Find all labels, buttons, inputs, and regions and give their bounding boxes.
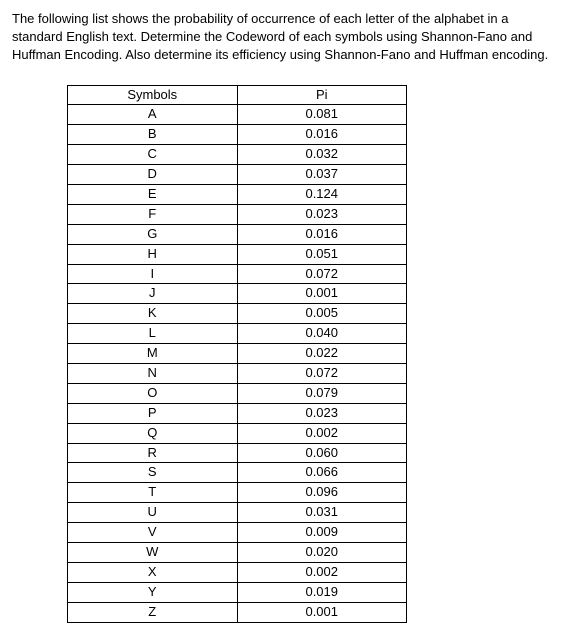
cell-symbol: V bbox=[68, 523, 238, 543]
probability-table: Symbols Pi A0.081B0.016C0.032D0.037E0.12… bbox=[67, 85, 407, 623]
cell-symbol: A bbox=[68, 105, 238, 125]
table-row: J0.001 bbox=[68, 284, 407, 304]
table-header-row: Symbols Pi bbox=[68, 85, 407, 105]
table-row: Y0.019 bbox=[68, 582, 407, 602]
table-row: M0.022 bbox=[68, 344, 407, 364]
cell-pi: 0.002 bbox=[237, 423, 407, 443]
table-row: P0.023 bbox=[68, 403, 407, 423]
cell-pi: 0.040 bbox=[237, 324, 407, 344]
cell-symbol: B bbox=[68, 125, 238, 145]
cell-pi: 0.124 bbox=[237, 185, 407, 205]
cell-symbol: T bbox=[68, 483, 238, 503]
cell-pi: 0.023 bbox=[237, 403, 407, 423]
cell-pi: 0.066 bbox=[237, 463, 407, 483]
cell-pi: 0.001 bbox=[237, 284, 407, 304]
table-row: V0.009 bbox=[68, 523, 407, 543]
cell-symbol: E bbox=[68, 185, 238, 205]
cell-symbol: R bbox=[68, 443, 238, 463]
cell-symbol: W bbox=[68, 543, 238, 563]
table-row: B0.016 bbox=[68, 125, 407, 145]
table-row: E0.124 bbox=[68, 185, 407, 205]
table-row: W0.020 bbox=[68, 543, 407, 563]
cell-symbol: L bbox=[68, 324, 238, 344]
table-row: S0.066 bbox=[68, 463, 407, 483]
cell-pi: 0.001 bbox=[237, 602, 407, 622]
table-row: Q0.002 bbox=[68, 423, 407, 443]
cell-symbol: S bbox=[68, 463, 238, 483]
cell-symbol: X bbox=[68, 562, 238, 582]
cell-symbol: C bbox=[68, 145, 238, 165]
cell-pi: 0.022 bbox=[237, 344, 407, 364]
table-row: O0.079 bbox=[68, 383, 407, 403]
cell-symbol: P bbox=[68, 403, 238, 423]
table-row: L0.040 bbox=[68, 324, 407, 344]
cell-symbol: J bbox=[68, 284, 238, 304]
cell-symbol: I bbox=[68, 264, 238, 284]
header-pi: Pi bbox=[237, 85, 407, 105]
cell-pi: 0.019 bbox=[237, 582, 407, 602]
cell-pi: 0.072 bbox=[237, 264, 407, 284]
cell-pi: 0.020 bbox=[237, 543, 407, 563]
table-row: H0.051 bbox=[68, 244, 407, 264]
cell-pi: 0.016 bbox=[237, 224, 407, 244]
table-row: Z0.001 bbox=[68, 602, 407, 622]
table-row: U0.031 bbox=[68, 503, 407, 523]
cell-pi: 0.009 bbox=[237, 523, 407, 543]
table-row: K0.005 bbox=[68, 304, 407, 324]
cell-pi: 0.060 bbox=[237, 443, 407, 463]
cell-pi: 0.032 bbox=[237, 145, 407, 165]
cell-pi: 0.031 bbox=[237, 503, 407, 523]
cell-pi: 0.002 bbox=[237, 562, 407, 582]
cell-symbol: N bbox=[68, 364, 238, 384]
cell-symbol: U bbox=[68, 503, 238, 523]
cell-symbol: O bbox=[68, 383, 238, 403]
table-row: R0.060 bbox=[68, 443, 407, 463]
table-row: F0.023 bbox=[68, 204, 407, 224]
table-row: N0.072 bbox=[68, 364, 407, 384]
problem-statement: The following list shows the probability… bbox=[12, 10, 560, 65]
cell-symbol: H bbox=[68, 244, 238, 264]
cell-pi: 0.096 bbox=[237, 483, 407, 503]
cell-pi: 0.016 bbox=[237, 125, 407, 145]
cell-pi: 0.079 bbox=[237, 383, 407, 403]
table-row: T0.096 bbox=[68, 483, 407, 503]
cell-symbol: Y bbox=[68, 582, 238, 602]
header-symbols: Symbols bbox=[68, 85, 238, 105]
table-row: C0.032 bbox=[68, 145, 407, 165]
cell-pi: 0.023 bbox=[237, 204, 407, 224]
cell-pi: 0.037 bbox=[237, 165, 407, 185]
cell-pi: 0.081 bbox=[237, 105, 407, 125]
table-row: G0.016 bbox=[68, 224, 407, 244]
table-row: A0.081 bbox=[68, 105, 407, 125]
cell-pi: 0.072 bbox=[237, 364, 407, 384]
cell-symbol: G bbox=[68, 224, 238, 244]
cell-symbol: Z bbox=[68, 602, 238, 622]
cell-symbol: M bbox=[68, 344, 238, 364]
table-row: X0.002 bbox=[68, 562, 407, 582]
table-container: Symbols Pi A0.081B0.016C0.032D0.037E0.12… bbox=[12, 85, 560, 623]
cell-pi: 0.005 bbox=[237, 304, 407, 324]
cell-symbol: D bbox=[68, 165, 238, 185]
cell-pi: 0.051 bbox=[237, 244, 407, 264]
table-row: I0.072 bbox=[68, 264, 407, 284]
table-row: D0.037 bbox=[68, 165, 407, 185]
cell-symbol: K bbox=[68, 304, 238, 324]
cell-symbol: F bbox=[68, 204, 238, 224]
cell-symbol: Q bbox=[68, 423, 238, 443]
